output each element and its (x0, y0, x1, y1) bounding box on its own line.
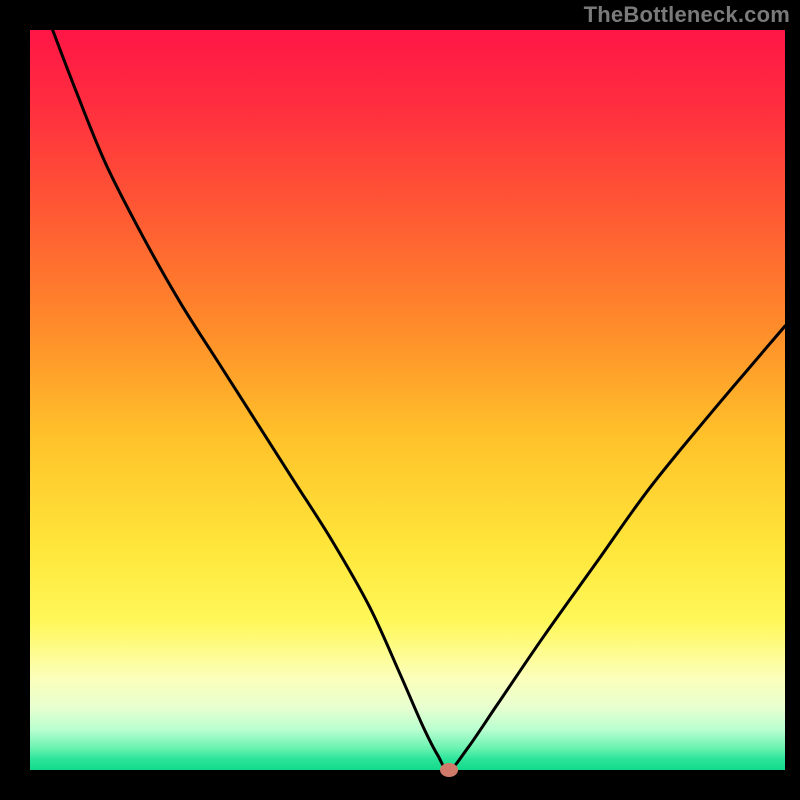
chart-frame: { "attribution": "TheBottleneck.com", "c… (0, 0, 800, 800)
attribution-label: TheBottleneck.com (584, 2, 790, 28)
optimal-point-marker (440, 763, 458, 777)
gradient-background (30, 30, 785, 770)
bottleneck-chart (0, 0, 800, 800)
